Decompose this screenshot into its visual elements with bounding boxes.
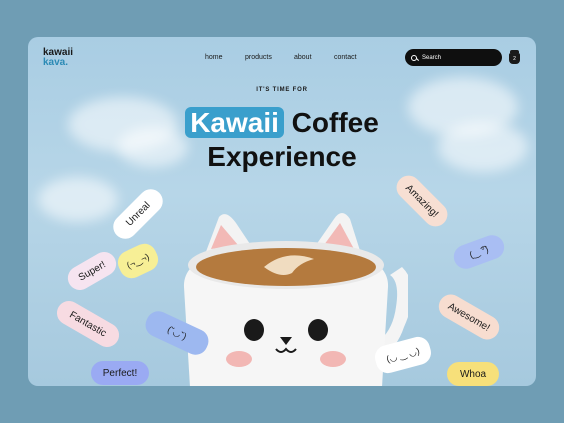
cart-icon[interactable]: 2 bbox=[509, 50, 520, 64]
cat-mug-image bbox=[183, 213, 408, 386]
nav-home[interactable]: home bbox=[205, 54, 223, 61]
hero-title-line1: Kawaii Coffee bbox=[28, 107, 536, 139]
title-highlight: Kawaii bbox=[185, 107, 284, 138]
hero-kicker: IT'S TIME FOR bbox=[256, 87, 308, 93]
nav-about[interactable]: about bbox=[294, 54, 312, 61]
hero-title-line2: Experience bbox=[207, 141, 357, 172]
sticker-super: Super! bbox=[63, 247, 121, 295]
sticker-unreal: Unreal bbox=[108, 184, 168, 244]
right-eye bbox=[308, 319, 328, 341]
search-input[interactable]: Search bbox=[405, 49, 502, 66]
search-placeholder: Search bbox=[422, 54, 442, 61]
right-cheek bbox=[320, 351, 346, 367]
cloud bbox=[38, 177, 118, 222]
sticker-awesome: Awesome! bbox=[434, 290, 504, 344]
sticker-whoa: Whoa bbox=[447, 362, 499, 386]
nav-products[interactable]: products bbox=[245, 54, 272, 61]
sticker-fantastic: Fantastic bbox=[52, 296, 124, 352]
sticker-face-1: (¬‿¬) bbox=[113, 239, 163, 283]
logo[interactable]: kawaii kava. bbox=[43, 48, 73, 68]
title-rest: Coffee bbox=[291, 107, 379, 138]
sticker-perfect: Perfect! bbox=[91, 361, 149, 385]
cart-count: 2 bbox=[509, 53, 520, 64]
hero-frame: kawaii kava. home products about contact… bbox=[28, 37, 536, 386]
sticker-face-3: (‿ ͡°) bbox=[450, 231, 508, 273]
logo-line2: kava. bbox=[43, 57, 69, 68]
nav-contact[interactable]: contact bbox=[334, 54, 357, 61]
left-eye bbox=[244, 319, 264, 341]
search-icon bbox=[411, 54, 417, 61]
left-cheek bbox=[226, 351, 252, 367]
